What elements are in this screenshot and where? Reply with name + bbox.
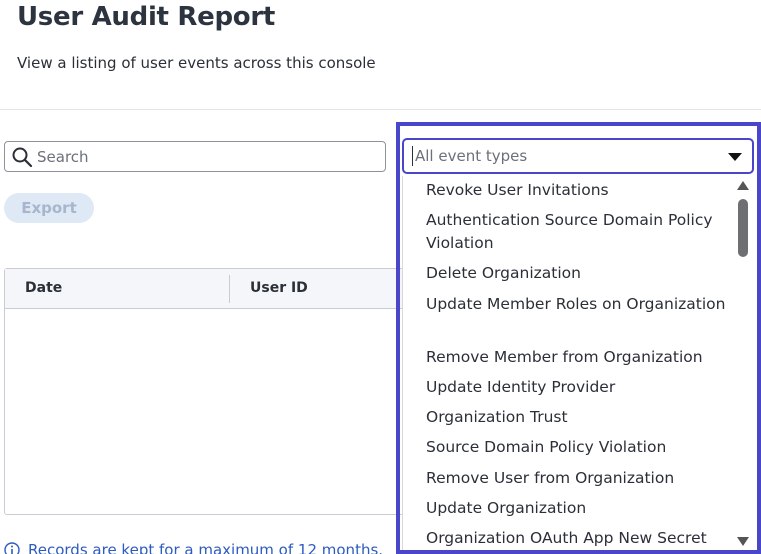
dropdown-option[interactable]: Delete Organization — [426, 262, 726, 285]
caret-down-icon[interactable] — [728, 153, 742, 161]
column-divider[interactable] — [229, 275, 230, 303]
page-subtitle: View a listing of user events across thi… — [17, 54, 376, 72]
dropdown-option[interactable]: Organization OAuth App New Secret — [426, 527, 726, 550]
dropdown-option[interactable]: Revoke User Invitations — [426, 179, 726, 202]
search-icon — [11, 146, 33, 168]
dropdown-option[interactable]: Update Member Roles on Organization — [426, 293, 726, 316]
export-button[interactable]: Export — [4, 193, 94, 223]
dropdown-option[interactable]: Authentication Source Domain Policy Viol… — [426, 209, 726, 255]
dropdown-scrollbar-thumb[interactable] — [738, 199, 748, 257]
event-type-dropdown: Revoke User Invitations Authentication S… — [402, 176, 754, 554]
info-icon — [4, 542, 20, 554]
retention-note: Records are kept for a maximum of 12 mon… — [4, 541, 383, 554]
text-caret — [412, 146, 413, 166]
page-title: User Audit Report — [17, 2, 276, 32]
table-header: Date User ID — [5, 269, 403, 309]
dropdown-option[interactable]: Update Identity Provider — [426, 376, 726, 399]
retention-note-text: Records are kept for a maximum of 12 mon… — [28, 541, 384, 554]
header-divider — [0, 109, 761, 110]
scroll-up-arrow-icon[interactable] — [737, 181, 749, 190]
column-header-user-id[interactable]: User ID — [250, 280, 308, 296]
dropdown-option[interactable]: Source Domain Policy Violation — [426, 436, 726, 459]
dropdown-option[interactable]: Update Organization — [426, 497, 726, 520]
search-input[interactable] — [37, 147, 367, 166]
event-type-select[interactable]: All event types — [402, 138, 754, 174]
search-box[interactable] — [4, 141, 386, 172]
event-type-placeholder: All event types — [415, 147, 528, 165]
dropdown-option[interactable]: Remove Member from Organization — [426, 346, 726, 369]
column-header-date[interactable]: Date — [25, 280, 62, 296]
dropdown-option[interactable]: Remove User from Organization — [426, 467, 726, 490]
dropdown-option[interactable]: Organization Trust — [426, 406, 726, 429]
audit-table: Date User ID — [4, 268, 404, 515]
scroll-down-arrow-icon[interactable] — [737, 537, 749, 546]
